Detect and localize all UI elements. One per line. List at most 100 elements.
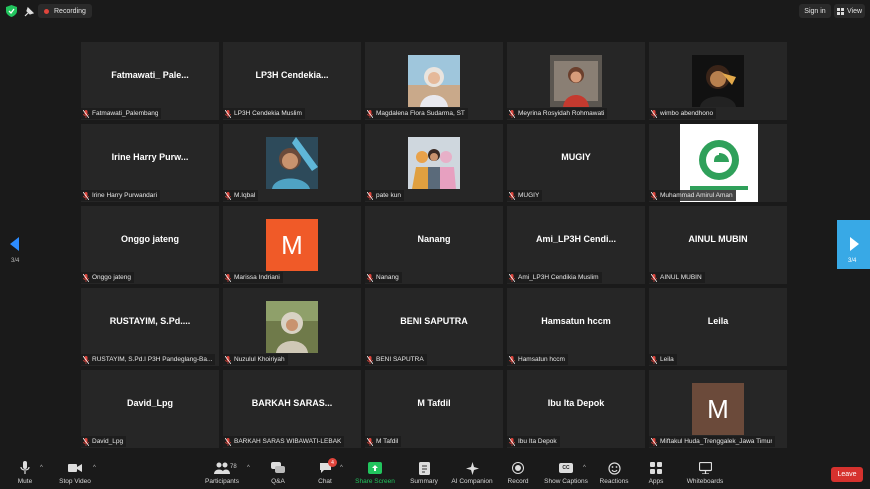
qa-button[interactable]: Q&A [268,456,288,489]
participant-tile[interactable]: M.Iqbal [223,124,361,202]
participant-tile[interactable]: MUGIY MUGIY [507,124,645,202]
participant-tile[interactable]: wimbo abendhono [649,42,787,120]
encryption-shield-icon[interactable] [6,5,17,17]
participant-tile[interactable]: M Tafdil M Tafdil [365,370,503,448]
participant-tile[interactable]: Irine Harry Purw... Irine Harry Purwanda… [81,124,219,202]
reactions-button[interactable]: Reactions [598,456,630,489]
participants-label: Participants [205,478,239,485]
participants-button[interactable]: Participants [202,456,242,489]
profile-photo [266,137,318,189]
participant-tile[interactable]: Leila Leila [649,288,787,366]
muted-mic-icon [83,273,89,282]
top-bar: Recording Sign in View [0,0,870,22]
captions-options-chevron-icon[interactable]: ^ [583,465,586,471]
profile-photo [266,301,318,353]
chat-options-chevron-icon[interactable]: ^ [340,465,343,471]
participant-label: LP3H Cendekia Muslim [223,108,305,119]
view-label: View [846,7,863,15]
participant-tile[interactable]: BARKAH SARAS... BARKAH SARAS WIBAWATI-LE… [223,370,361,448]
muted-mic-icon [651,109,657,118]
muted-mic-icon [367,355,373,364]
next-page-button[interactable]: 3/4 [837,220,870,269]
microphone-icon [17,461,33,475]
leave-button[interactable]: Leave [831,467,863,482]
whiteboards-button[interactable]: Whiteboards [684,456,726,489]
participant-tile[interactable]: LP3H Cendekia... LP3H Cendekia Muslim [223,42,361,120]
participant-name: Marissa Indriani [234,274,280,281]
apps-button[interactable]: Apps [646,456,666,489]
meeting-info-icon[interactable] [23,5,35,17]
participant-tile[interactable]: BENI SAPUTRA BENI SAPUTRA [365,288,503,366]
profile-photo [408,137,460,189]
meeting-toolbar: Mute ^ Stop Video ^ Participants 78 ^ Q&… [0,456,870,489]
participant-label: M Tafdil [365,436,402,447]
muted-mic-icon [367,437,373,446]
recording-indicator[interactable]: Recording [38,4,92,18]
participant-tile[interactable]: David_Lpg David_Lpg [81,370,219,448]
participant-display-name: Irine Harry Purw... [111,152,189,162]
muted-mic-icon [509,273,515,282]
participant-tile[interactable]: M Marissa Indriani [223,206,361,284]
share-screen-button[interactable]: Share Screen [354,456,396,489]
participant-tile[interactable]: Fatmawati_ Pale... Fatmawati_Palembang [81,42,219,120]
zoom-meeting-window: Recording Sign in View 3/4 Fatmawati_ Pa… [0,0,870,489]
muted-mic-icon [225,109,231,118]
ai-companion-button[interactable]: AI Companion [449,456,495,489]
participant-tile[interactable]: M Miftakul Huda_Trenggalek_Jawa Timur [649,370,787,448]
muted-mic-icon [509,109,515,118]
participant-label: Nuzulul Khoiriyah [223,354,288,365]
stop-video-button[interactable]: Stop Video [56,456,94,489]
muted-mic-icon [367,191,373,200]
participant-tile[interactable]: Meyrina Rosyidah Rohmawati [507,42,645,120]
qa-bubble-icon [270,461,286,475]
video-options-chevron-icon[interactable]: ^ [93,465,96,471]
record-icon [510,461,526,475]
participant-label: Ami_LP3H Cendikia Muslim [507,272,602,283]
participant-name: BARKAH SARAS WIBAWATI-LEBAK [234,438,342,445]
participant-name: Magdalena Flora Sudarma, ST [376,110,465,117]
record-button[interactable]: Record [505,456,531,489]
participant-tile[interactable]: Ibu Ita Depok Ibu Ita Depok [507,370,645,448]
page-indicator-right: 3/4 [848,258,857,264]
participant-tile[interactable]: Muhammad Amirul Aman [649,124,787,202]
participant-name: MUGIY [518,192,540,199]
mute-button[interactable]: Mute [14,456,36,489]
participant-tile[interactable]: pate kun [365,124,503,202]
participant-label: Magdalena Flora Sudarma, ST [365,108,468,119]
participant-label: Muhammad Amirul Aman [649,190,736,201]
participant-display-name: David_Lpg [126,398,173,408]
sign-in-button[interactable]: Sign in [799,4,831,18]
participant-display-name: Hamsatun hccm [541,316,611,326]
participant-name: Nanang [376,274,399,281]
mute-label: Mute [17,478,33,485]
participant-label: Meyrina Rosyidah Rohmawati [507,108,608,119]
show-captions-button[interactable]: CC Show Captions [542,456,590,489]
participant-tile[interactable]: Hamsatun hccm Hamsatun hccm [507,288,645,366]
muted-mic-icon [83,191,89,200]
chat-button[interactable]: 4 Chat [315,456,337,489]
summary-button[interactable]: Summary [408,456,440,489]
captions-icon: CC [558,461,574,475]
participant-name: Muhammad Amirul Aman [660,192,733,199]
participant-name: Ibu Ita Depok [518,438,557,445]
participant-name: Miftakul Huda_Trenggalek_Jawa Timur [660,438,773,445]
muted-mic-icon [367,109,373,118]
participant-name: Meyrina Rosyidah Rohmawati [518,110,605,117]
participant-tile[interactable]: Nanang Nanang [365,206,503,284]
participant-tile[interactable]: Ami_LP3H Cendi... Ami_LP3H Cendikia Musl… [507,206,645,284]
mute-options-chevron-icon[interactable]: ^ [40,465,43,471]
captions-badge: CC [559,463,573,473]
participant-tile[interactable]: RUSTAYIM, S.Pd.... RUSTAYIM, S.Pd.I P3H … [81,288,219,366]
participant-tile[interactable]: Onggo jateng Onggo jateng [81,206,219,284]
participant-tile[interactable]: Magdalena Flora Sudarma, ST [365,42,503,120]
whiteboards-label: Whiteboards [686,478,724,485]
view-button[interactable]: View [834,4,865,18]
reactions-smiley-icon [606,461,622,475]
participants-options-chevron-icon[interactable]: ^ [247,465,250,471]
recording-dot-icon [44,8,49,14]
ai-companion-label: AI Companion [451,478,493,485]
participant-name: David_Lpg [92,438,124,445]
participant-tile[interactable]: Nuzulul Khoiriyah [223,288,361,366]
participant-tile[interactable]: AINUL MUBIN AINUL MUBIN [649,206,787,284]
previous-page-button[interactable]: 3/4 [0,220,30,270]
